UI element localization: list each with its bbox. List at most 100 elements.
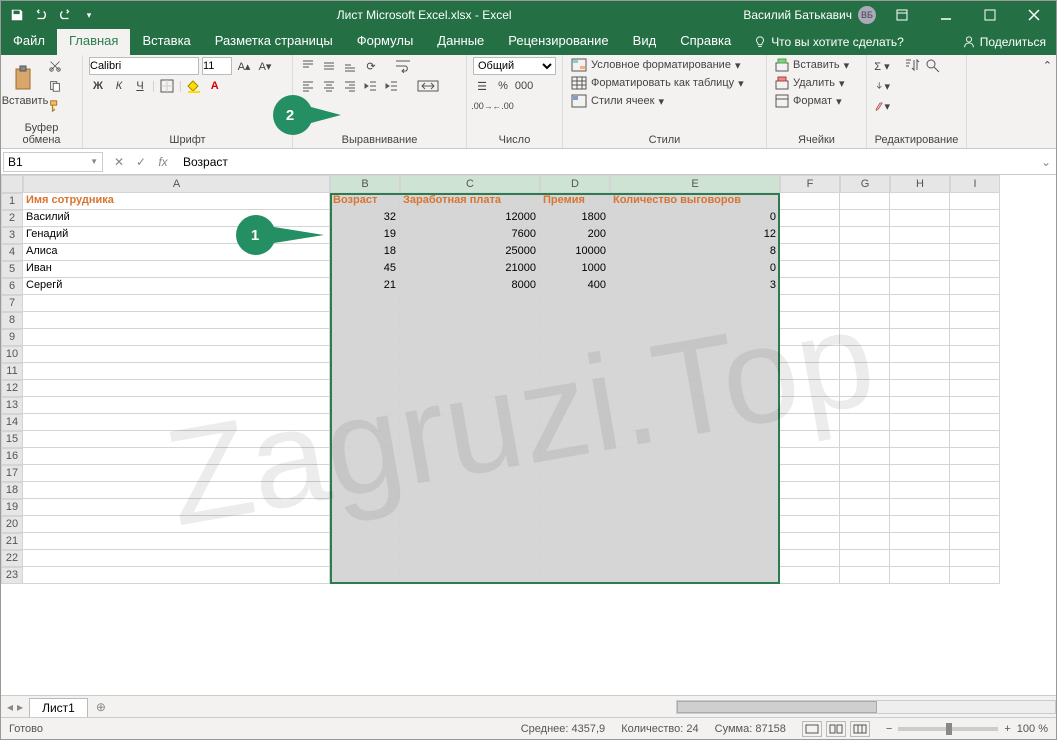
zoom-slider[interactable]	[898, 727, 998, 731]
indent-decrease-icon[interactable]	[362, 77, 380, 95]
cell[interactable]	[610, 567, 780, 584]
cell[interactable]: Иван	[23, 261, 330, 278]
cell[interactable]	[890, 567, 950, 584]
cell[interactable]	[780, 533, 840, 550]
cell[interactable]: 8	[610, 244, 780, 261]
cell[interactable]	[950, 397, 1000, 414]
cell[interactable]	[330, 567, 400, 584]
cell[interactable]	[950, 550, 1000, 567]
cell[interactable]	[950, 244, 1000, 261]
undo-icon[interactable]	[33, 7, 49, 23]
find-select-icon[interactable]	[924, 57, 942, 75]
cell[interactable]	[330, 431, 400, 448]
cell[interactable]	[840, 193, 890, 210]
cell[interactable]	[950, 533, 1000, 550]
cell[interactable]	[330, 448, 400, 465]
cell[interactable]	[950, 329, 1000, 346]
cell[interactable]	[610, 397, 780, 414]
cell[interactable]	[23, 533, 330, 550]
row-header[interactable]: 22	[1, 550, 23, 567]
cell[interactable]	[780, 346, 840, 363]
merge-center-icon[interactable]	[415, 77, 441, 95]
column-header[interactable]: E	[610, 175, 780, 193]
cell[interactable]	[950, 295, 1000, 312]
cell[interactable]	[840, 312, 890, 329]
row-header[interactable]: 14	[1, 414, 23, 431]
cell[interactable]	[540, 380, 610, 397]
cell[interactable]	[540, 329, 610, 346]
cell[interactable]	[330, 465, 400, 482]
cell[interactable]	[890, 380, 950, 397]
view-normal-icon[interactable]	[802, 721, 822, 737]
user-account[interactable]: Василий Батькавич ВБ	[743, 6, 880, 24]
cell[interactable]	[840, 210, 890, 227]
select-all-corner[interactable]	[1, 175, 23, 193]
cell[interactable]	[400, 363, 540, 380]
clear-icon[interactable]: ▾	[873, 97, 891, 115]
cell[interactable]	[780, 261, 840, 278]
tab-file[interactable]: Файл	[1, 29, 57, 55]
close-icon[interactable]	[1012, 1, 1056, 29]
cell[interactable]	[400, 312, 540, 329]
cell[interactable]: Генадий	[23, 227, 330, 244]
row-header[interactable]: 7	[1, 295, 23, 312]
cell[interactable]	[890, 193, 950, 210]
row-header[interactable]: 4	[1, 244, 23, 261]
column-header[interactable]: G	[840, 175, 890, 193]
cell[interactable]	[780, 465, 840, 482]
row-header[interactable]: 19	[1, 499, 23, 516]
tab-review[interactable]: Рецензирование	[496, 29, 620, 55]
cell[interactable]	[780, 516, 840, 533]
cell[interactable]: Премия	[540, 193, 610, 210]
sheet-nav[interactable]: ◂▸	[1, 700, 29, 714]
cell[interactable]	[610, 363, 780, 380]
cell[interactable]	[610, 533, 780, 550]
cell[interactable]	[840, 244, 890, 261]
cell[interactable]	[840, 499, 890, 516]
cell[interactable]	[540, 448, 610, 465]
cell[interactable]	[840, 363, 890, 380]
cell[interactable]	[780, 312, 840, 329]
align-middle-icon[interactable]	[320, 57, 338, 75]
cell[interactable]	[330, 516, 400, 533]
tab-insert[interactable]: Вставка	[130, 29, 202, 55]
cell[interactable]	[840, 261, 890, 278]
cell[interactable]	[23, 363, 330, 380]
cell[interactable]: 45	[330, 261, 400, 278]
cell[interactable]	[950, 363, 1000, 380]
cell[interactable]	[610, 431, 780, 448]
tab-home[interactable]: Главная	[57, 29, 130, 55]
row-header[interactable]: 10	[1, 346, 23, 363]
fill-color-icon[interactable]	[185, 77, 203, 95]
cell[interactable]	[610, 550, 780, 567]
font-color-icon[interactable]: A	[206, 77, 224, 95]
cell[interactable]	[780, 244, 840, 261]
row-header[interactable]: 23	[1, 567, 23, 584]
cell[interactable]	[540, 550, 610, 567]
cell[interactable]	[780, 227, 840, 244]
cell[interactable]	[540, 414, 610, 431]
cell[interactable]	[780, 414, 840, 431]
cell[interactable]	[610, 465, 780, 482]
minimize-icon[interactable]	[924, 1, 968, 29]
view-page-break-icon[interactable]	[850, 721, 870, 737]
cell[interactable]	[610, 329, 780, 346]
conditional-formatting-button[interactable]: Условное форматирование ▾	[569, 57, 760, 73]
cell[interactable]	[400, 295, 540, 312]
cell[interactable]	[400, 516, 540, 533]
zoom-control[interactable]: − + 100 %	[886, 723, 1048, 735]
cell[interactable]	[540, 465, 610, 482]
cell[interactable]	[890, 261, 950, 278]
redo-icon[interactable]	[57, 7, 73, 23]
cell[interactable]	[890, 312, 950, 329]
cell[interactable]	[400, 465, 540, 482]
cell[interactable]	[840, 567, 890, 584]
cell[interactable]: 7600	[400, 227, 540, 244]
cell[interactable]	[610, 414, 780, 431]
column-header[interactable]: H	[890, 175, 950, 193]
cell[interactable]: Василий	[23, 210, 330, 227]
percent-icon[interactable]: %	[494, 77, 512, 95]
cell[interactable]	[950, 261, 1000, 278]
cell[interactable]	[780, 448, 840, 465]
cell[interactable]: Имя сотрудника	[23, 193, 330, 210]
